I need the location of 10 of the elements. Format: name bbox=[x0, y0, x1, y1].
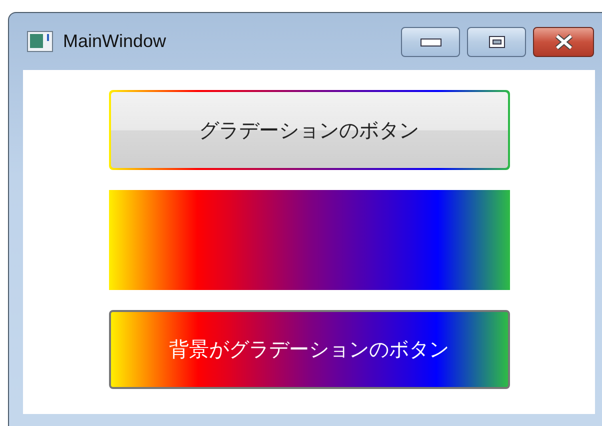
minimize-icon bbox=[420, 36, 442, 46]
gradient-border-button[interactable]: グラデーションのボタン bbox=[108, 90, 510, 170]
maximize-button[interactable] bbox=[467, 26, 526, 56]
close-button[interactable] bbox=[533, 26, 594, 56]
app-icon bbox=[27, 31, 53, 52]
maximize-icon bbox=[488, 34, 506, 48]
minimize-button[interactable] bbox=[401, 26, 460, 56]
close-icon bbox=[552, 34, 574, 50]
window-title: MainWindow bbox=[63, 31, 168, 52]
gradient-button[interactable]: 背景がグラデーションのボタン bbox=[108, 310, 510, 389]
